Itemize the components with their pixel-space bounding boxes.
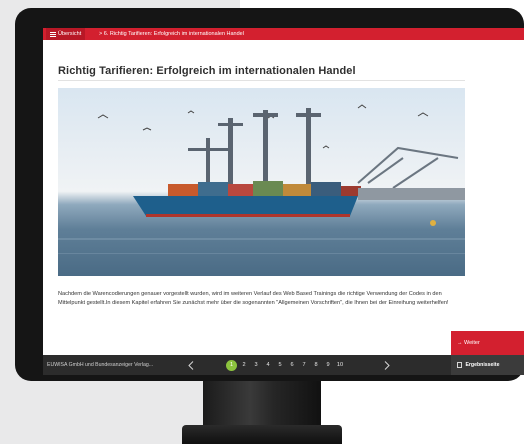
next-page-button[interactable] [379, 355, 395, 375]
page-number-4[interactable]: 4 [262, 355, 274, 375]
hamburger-icon [50, 31, 56, 37]
breadcrumb[interactable]: > 6. Richtig Tarifieren: Erfolgreich im … [99, 28, 244, 40]
page-number-3[interactable]: 3 [250, 355, 262, 375]
page-pagination: 1 2 3 4 5 6 7 8 9 10 [226, 355, 346, 375]
monitor-frame: Übersicht > 6. Richtig Tarifieren: Erfol… [15, 8, 524, 381]
screen: Übersicht > 6. Richtig Tarifieren: Erfol… [43, 28, 524, 375]
page-number-8[interactable]: 8 [310, 355, 322, 375]
chevron-right-icon [384, 360, 390, 370]
ergebnisseite-button[interactable]: Ergebnisseite [451, 355, 524, 375]
page-number-6[interactable]: 6 [286, 355, 298, 375]
page-number-5[interactable]: 5 [274, 355, 286, 375]
document-icon [457, 361, 462, 368]
overview-menu-button[interactable]: Übersicht [46, 28, 86, 40]
monitor-base [182, 425, 342, 444]
weiter-button[interactable]: → Weiter [451, 331, 524, 355]
harbor-container-ship-image [58, 88, 465, 276]
chevron-left-icon [188, 360, 194, 370]
monitor-stand [203, 381, 321, 427]
page-number-10[interactable]: 10 [334, 355, 346, 375]
footer-bar: EUWISA GmbH und Bundesanzeiger Verlag...… [43, 355, 524, 375]
page-title: Richtig Tarifieren: Erfolgreich im inter… [58, 65, 356, 77]
page-number-1[interactable]: 1 [226, 359, 237, 371]
harbor-scene [58, 104, 465, 254]
title-divider [58, 80, 465, 81]
page-number-7[interactable]: 7 [298, 355, 310, 375]
copyright-text: EUWISA GmbH und Bundesanzeiger Verlag... [47, 362, 154, 368]
ergebnisseite-label: Ergebnisseite [465, 362, 500, 368]
page-number-9[interactable]: 9 [322, 355, 334, 375]
intro-paragraph: Nachdem die Warencodierungen genauer vor… [58, 291, 449, 306]
page-number-2[interactable]: 2 [238, 355, 250, 375]
top-navigation-bar: Übersicht > 6. Richtig Tarifieren: Erfol… [43, 28, 524, 40]
overview-menu-label: Übersicht [58, 31, 82, 37]
previous-page-button[interactable] [183, 355, 199, 375]
